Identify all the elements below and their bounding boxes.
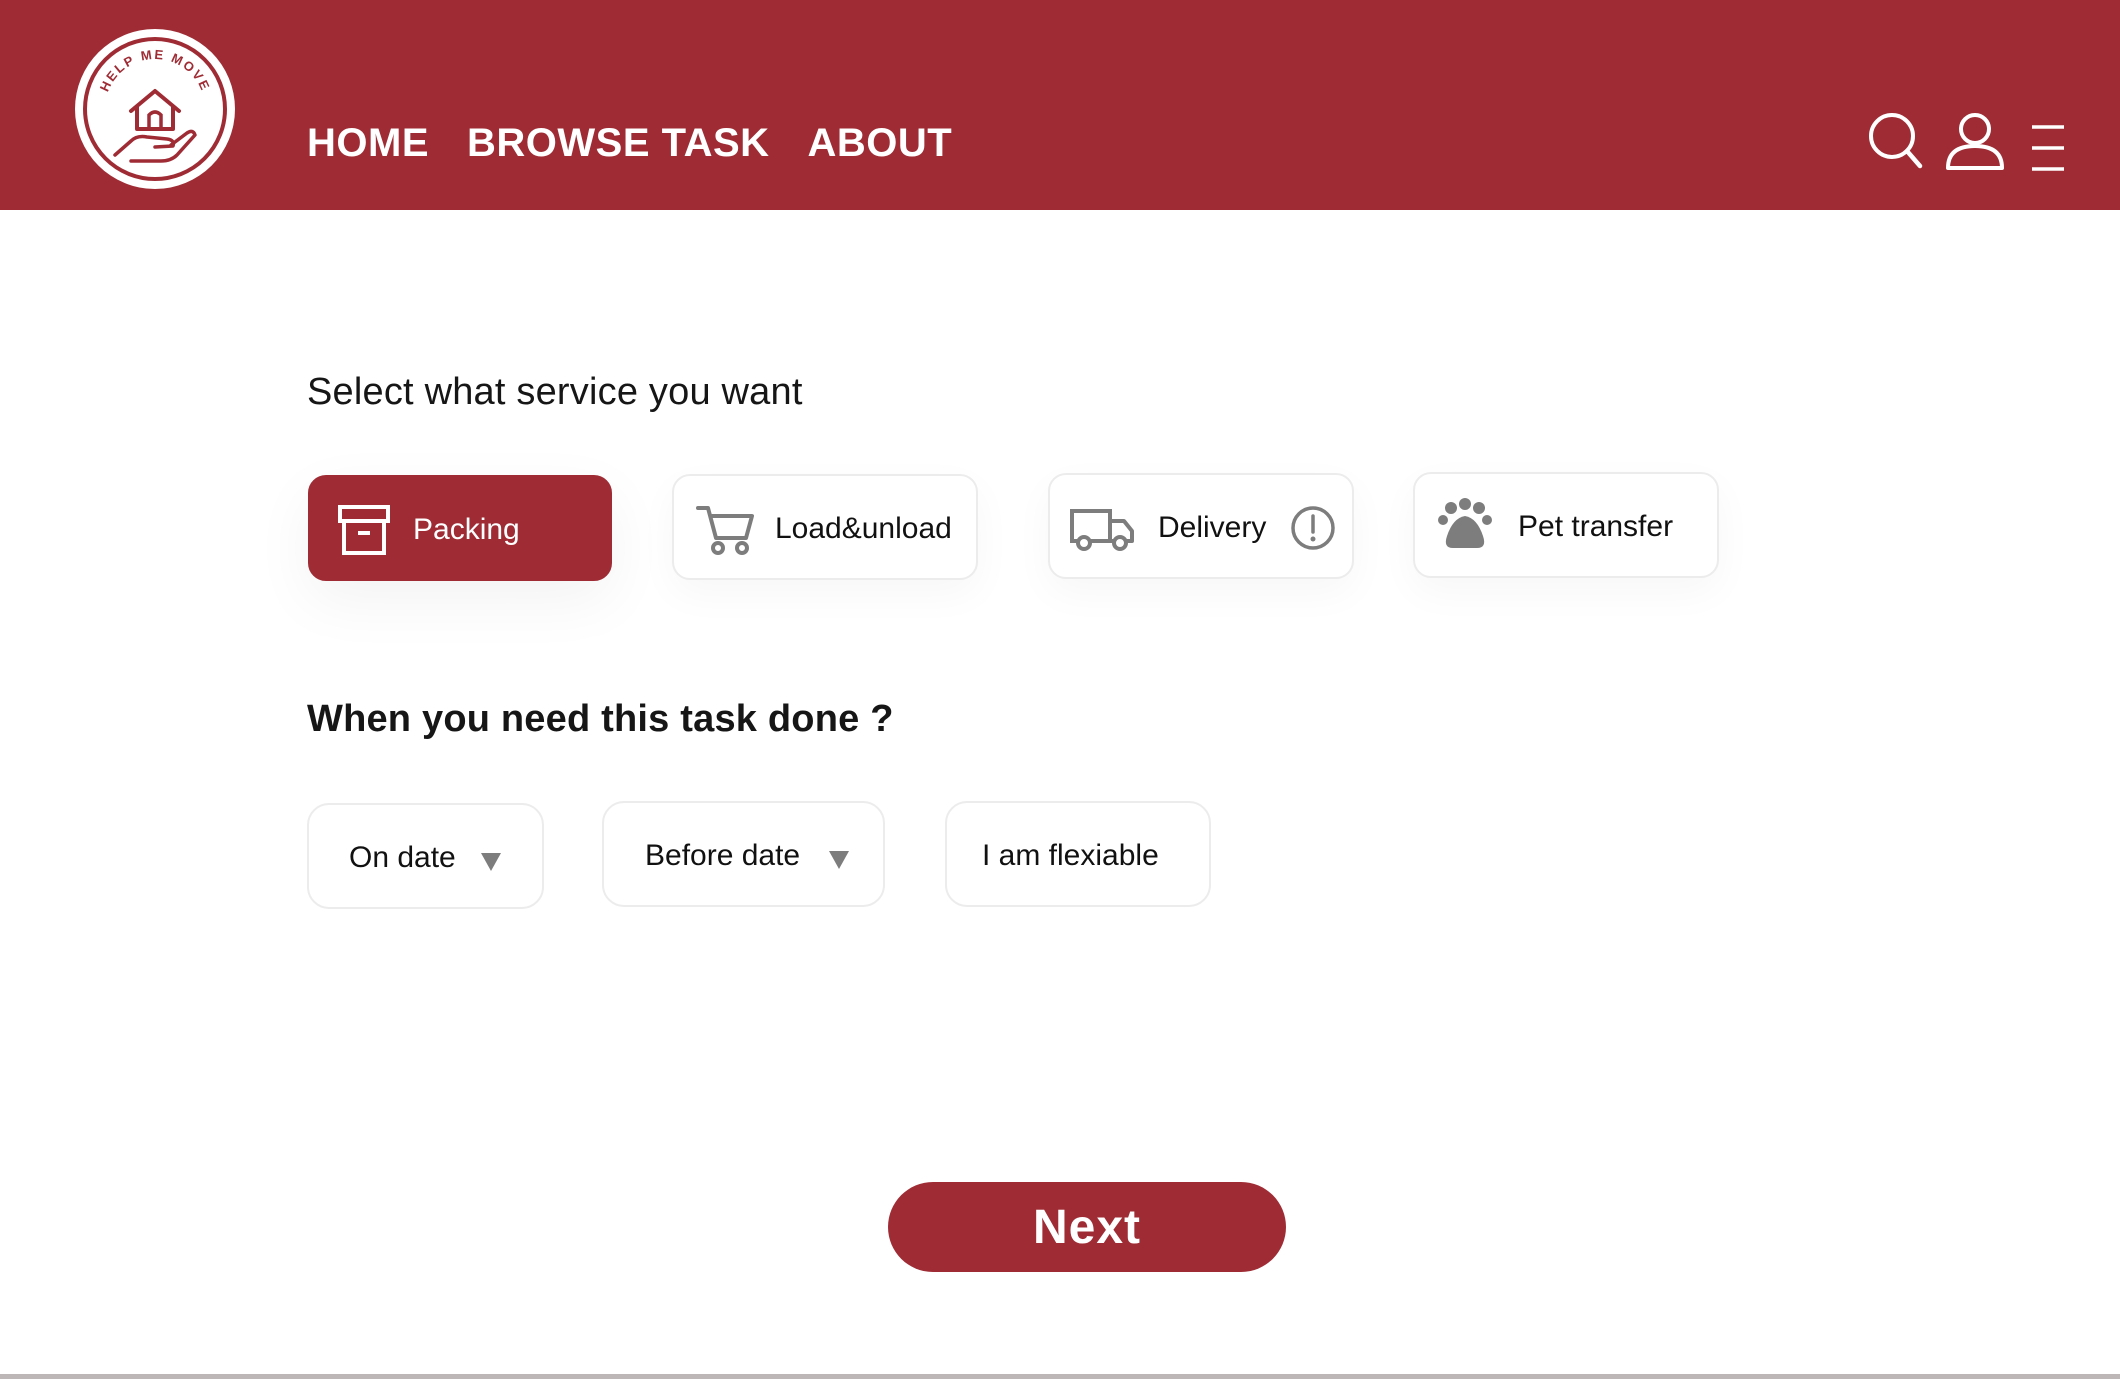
help-me-move-logo[interactable]: HELP ME MOVE (75, 29, 235, 189)
before-date-dropdown[interactable]: Before date (602, 801, 885, 907)
service-delivery[interactable]: Delivery (1048, 473, 1354, 579)
cart-icon (696, 506, 754, 555)
before-date-label: Before date (645, 839, 801, 872)
service-load-unload[interactable]: Load&unload (672, 474, 978, 580)
chevron-down-icon (481, 853, 501, 871)
on-date-dropdown[interactable]: On date (307, 803, 544, 909)
page: HELP ME MOVE HOME BROWSE TASK ABOUT Sele… (0, 0, 2120, 1379)
service-pet-transfer-label: Pet transfer (1518, 510, 1674, 543)
header-bar: HELP ME MOVE HOME BROWSE TASK ABOUT (0, 0, 2120, 210)
service-load-unload-label: Load&unload (775, 512, 952, 545)
service-delivery-label: Delivery (1158, 511, 1267, 544)
flexible-label: I am flexiable (982, 839, 1159, 872)
chevron-down-icon (829, 851, 849, 869)
bottom-divider (0, 1374, 2120, 1379)
info-icon[interactable] (1290, 505, 1336, 551)
nav-about[interactable]: ABOUT (808, 118, 953, 168)
truck-icon (1070, 509, 1134, 551)
service-pet-transfer[interactable]: Pet transfer (1413, 472, 1719, 578)
logo-mark: HELP ME MOVE (83, 37, 227, 181)
nav-browse-task[interactable]: BROWSE TASK (467, 118, 770, 168)
menu-icon[interactable] (2030, 124, 2066, 172)
service-packing-label: Packing (413, 513, 520, 546)
box-icon (338, 505, 390, 555)
user-icon[interactable] (1944, 112, 2006, 172)
main-nav: HOME BROWSE TASK ABOUT (307, 118, 952, 168)
next-button[interactable]: Next (888, 1182, 1286, 1272)
search-icon[interactable] (1868, 112, 1924, 172)
on-date-label: On date (349, 841, 456, 874)
flexible-option[interactable]: I am flexiable (945, 801, 1211, 907)
paw-icon (1438, 498, 1492, 548)
timing-heading: When you need this task done ? (307, 698, 894, 740)
service-heading: Select what service you want (307, 371, 803, 413)
nav-home[interactable]: HOME (307, 118, 429, 168)
service-packing[interactable]: Packing (308, 475, 612, 581)
next-button-label: Next (1032, 1200, 1142, 1254)
